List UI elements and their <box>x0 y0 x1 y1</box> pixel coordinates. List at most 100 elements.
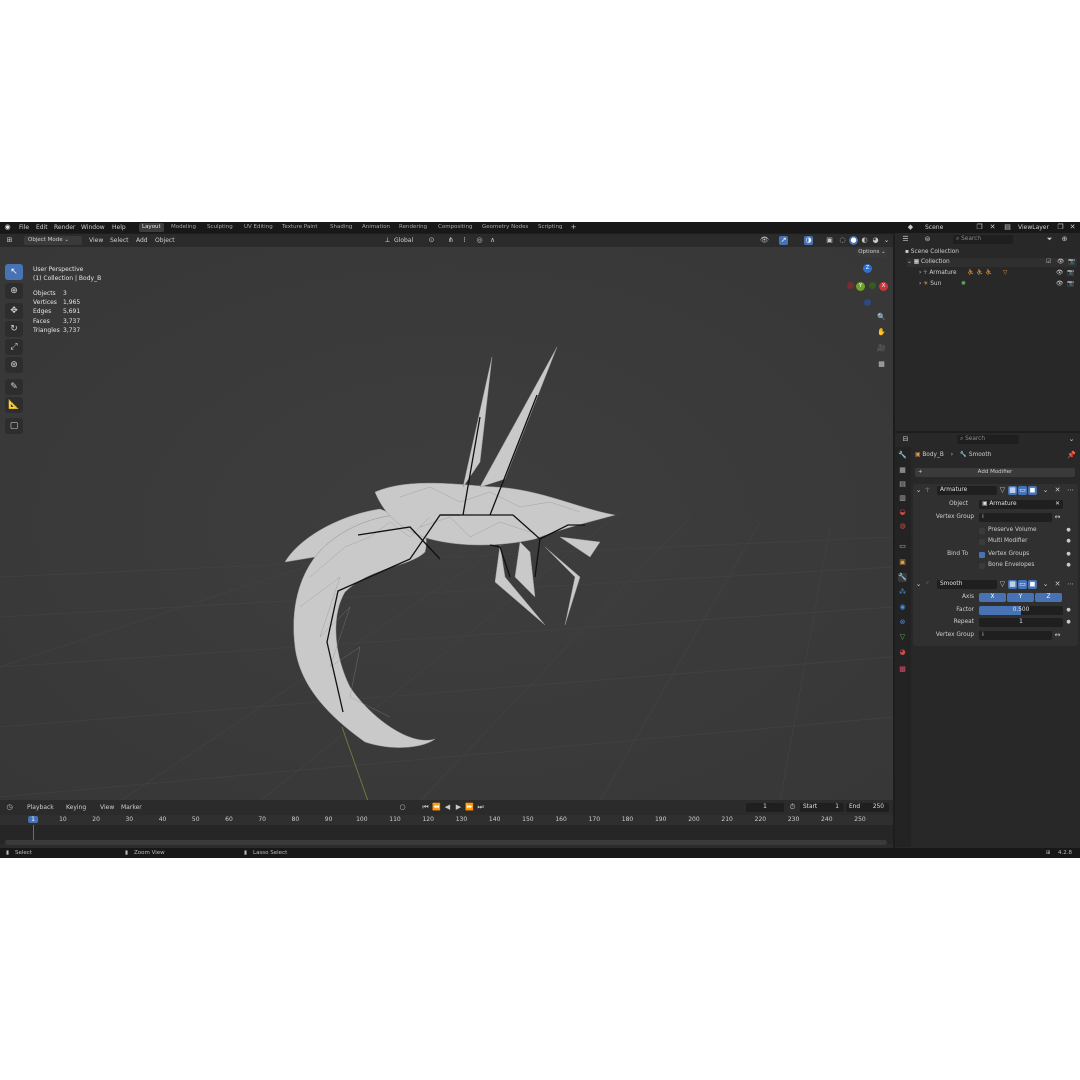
editor-type-icon[interactable]: ⊞ <box>5 236 14 245</box>
material-tab-icon[interactable]: ◕ <box>898 648 907 657</box>
menu-window[interactable]: Window <box>81 223 105 232</box>
collapse-armature-icon[interactable]: ⌄ <box>914 486 923 495</box>
transform-tool[interactable]: ⊛ <box>5 357 23 373</box>
tab-texture-paint[interactable]: Texture Paint <box>279 223 321 232</box>
menu-keying[interactable]: Keying <box>66 803 86 812</box>
physics-tab-icon[interactable]: ◉ <box>898 603 907 612</box>
measure-tool[interactable]: 📐 <box>5 397 23 413</box>
keyframe-dot-icon[interactable]: ● <box>1064 526 1073 535</box>
menu-add[interactable]: Add <box>136 236 148 245</box>
outliner-search-input[interactable]: ⌕ Search <box>953 235 1013 244</box>
proportional-edit-icon[interactable]: ◎ <box>475 236 484 245</box>
start-frame-field[interactable]: Start 1 <box>800 803 844 812</box>
timeline-scrollbar[interactable] <box>5 840 887 845</box>
navigation-gizmo[interactable]: Z Y X <box>843 263 893 309</box>
edit-mode-icon[interactable]: ▦ <box>1008 486 1017 495</box>
add-modifier-button[interactable]: + Add Modifier <box>915 468 1075 477</box>
tool-tab-icon[interactable]: 🔧 <box>898 451 907 460</box>
axis-z-toggle[interactable]: Z <box>1035 593 1062 602</box>
visibility-icon[interactable]: 👁 <box>760 236 769 245</box>
next-keyframe-icon[interactable]: ⏩ <box>465 803 474 812</box>
scene-collection-row[interactable]: ▪ Scene Collection <box>905 248 959 257</box>
view-layer-tab-icon[interactable]: ▥ <box>898 494 907 503</box>
remove-scene-icon[interactable]: ✕ <box>988 223 997 232</box>
scene-name[interactable]: Scene <box>925 223 943 232</box>
duplicate-scene-icon[interactable]: ❐ <box>975 223 984 232</box>
blender-logo-icon[interactable]: ◉ <box>3 223 12 232</box>
prev-keyframe-icon[interactable]: ⏪ <box>432 803 441 812</box>
move-tool[interactable]: ✥ <box>5 303 23 319</box>
outliner-item-armature[interactable]: › ☥ Armature ⛹ ⛹ ⛹ ▽ 👁 📷 <box>919 269 1077 278</box>
armature-object-field[interactable]: ▣ Armature ✕ <box>979 500 1063 509</box>
view-layer-icon[interactable]: ▤ <box>1003 223 1012 232</box>
multi-modifier-checkbox[interactable] <box>979 539 985 545</box>
realtime-icon[interactable]: ▭ <box>1018 486 1027 495</box>
repeat-field[interactable]: 1 <box>979 618 1063 627</box>
collection-row[interactable]: ⌄ ▦ Collection ☑ 👁 📷 <box>907 258 1077 267</box>
filter-icon[interactable]: ⏷ <box>1045 235 1054 244</box>
pin-icon[interactable]: 📌 <box>1067 451 1076 460</box>
gizmo-neg-x[interactable] <box>847 282 854 289</box>
shading-wireframe-icon[interactable]: ◌ <box>838 236 847 245</box>
collection-visibility-icon[interactable]: 👁 <box>1057 258 1064 267</box>
jump-end-icon[interactable]: ⏭ <box>476 803 485 812</box>
remove-layer-icon[interactable]: ✕ <box>1068 223 1077 232</box>
frame-ruler[interactable]: 1 10 20 30 40 50 60 70 80 90 100 110 120 130 140 150 160… <box>0 815 893 825</box>
gizmo-neg-y[interactable] <box>869 282 876 289</box>
end-frame-field[interactable]: End 250 <box>846 803 889 812</box>
expand-armature-icon[interactable]: › <box>919 270 921 276</box>
remove-smooth-modifier-icon[interactable]: ✕ <box>1053 580 1062 589</box>
output-tab-icon[interactable]: ▤ <box>898 480 907 489</box>
armature-visibility-icon[interactable]: 👁 <box>1056 269 1063 278</box>
jump-start-icon[interactable]: ⏮ <box>421 803 430 812</box>
tab-scripting[interactable]: Scripting <box>535 223 565 232</box>
edit-cage-icon[interactable]: ▽ <box>998 486 1007 495</box>
play-icon[interactable]: ▶ <box>454 803 463 812</box>
keyframe-dot-icon[interactable]: ● <box>1064 606 1073 615</box>
properties-search-input[interactable]: ⌕ Search <box>957 435 1019 444</box>
expand-collection-icon[interactable]: ⌄ <box>907 259 912 265</box>
render-tab-icon[interactable]: ▦ <box>898 466 907 475</box>
tab-uv-editing[interactable]: UV Editing <box>241 223 276 232</box>
smooth-vertex-group-field[interactable]: ⁞ <box>979 631 1052 640</box>
collection-render-icon[interactable]: 📷 <box>1068 258 1075 267</box>
pivot-icon[interactable]: ⊙ <box>427 236 436 245</box>
invert-vertex-group-icon[interactable]: ↔ <box>1053 513 1062 522</box>
data-tab-icon[interactable]: ▽ <box>898 633 907 642</box>
clear-object-icon[interactable]: ✕ <box>1055 500 1060 509</box>
falloff-icon[interactable]: ∧ <box>488 236 497 245</box>
mode-dropdown[interactable]: Object Mode ⌄ <box>24 236 82 245</box>
3d-viewport[interactable]: ↖ ⊕ ✥ ↻ ⤢ ⊛ ✎ 📐 ▢ User Perspective (1) C… <box>0 247 893 858</box>
collection-include-checkbox[interactable]: ☑ <box>1046 258 1051 267</box>
menu-playback[interactable]: Playback <box>27 803 54 812</box>
axis-x-toggle[interactable]: X <box>979 593 1006 602</box>
menu-help[interactable]: Help <box>112 223 126 232</box>
duplicate-layer-icon[interactable]: ❐ <box>1056 223 1065 232</box>
sun-render-icon[interactable]: 📷 <box>1067 280 1074 289</box>
rotate-tool[interactable]: ↻ <box>5 321 23 337</box>
menu-file[interactable]: File <box>19 223 29 232</box>
current-frame-marker[interactable]: 1 <box>28 816 38 823</box>
bone-envelopes-checkbox[interactable] <box>979 563 985 569</box>
vertex-groups-checkbox[interactable] <box>979 552 985 558</box>
object-tab-icon[interactable]: ▣ <box>898 558 907 567</box>
add-workspace-icon[interactable]: + <box>569 223 578 232</box>
scale-tool[interactable]: ⤢ <box>5 339 23 355</box>
tab-rendering[interactable]: Rendering <box>396 223 430 232</box>
armature-render-icon[interactable]: 📷 <box>1067 269 1074 278</box>
shading-material-icon[interactable]: ◐ <box>860 236 869 245</box>
snap-icon[interactable]: ⋔ <box>446 236 455 245</box>
menu-edit[interactable]: Edit <box>36 223 48 232</box>
collapse-smooth-icon[interactable]: ⌄ <box>914 580 923 589</box>
timeline-editor-icon[interactable]: ◷ <box>5 803 14 812</box>
realtime-icon[interactable]: ▭ <box>1018 580 1027 589</box>
options-button[interactable]: Options ⌄ <box>857 248 887 257</box>
constraints-tab-icon[interactable]: ⊗ <box>898 618 907 627</box>
factor-slider[interactable]: 0.500 <box>979 606 1063 615</box>
render-modifier-icon[interactable]: ◼ <box>1028 486 1037 495</box>
shading-options-icon[interactable]: ⌄ <box>882 236 891 245</box>
menu-select[interactable]: Select <box>110 236 129 245</box>
modifier-menu-icon[interactable]: ⌄ <box>1041 580 1050 589</box>
transform-orientation-icon[interactable]: ⟂ <box>383 236 392 245</box>
world-tab-icon[interactable]: ◍ <box>898 522 907 531</box>
